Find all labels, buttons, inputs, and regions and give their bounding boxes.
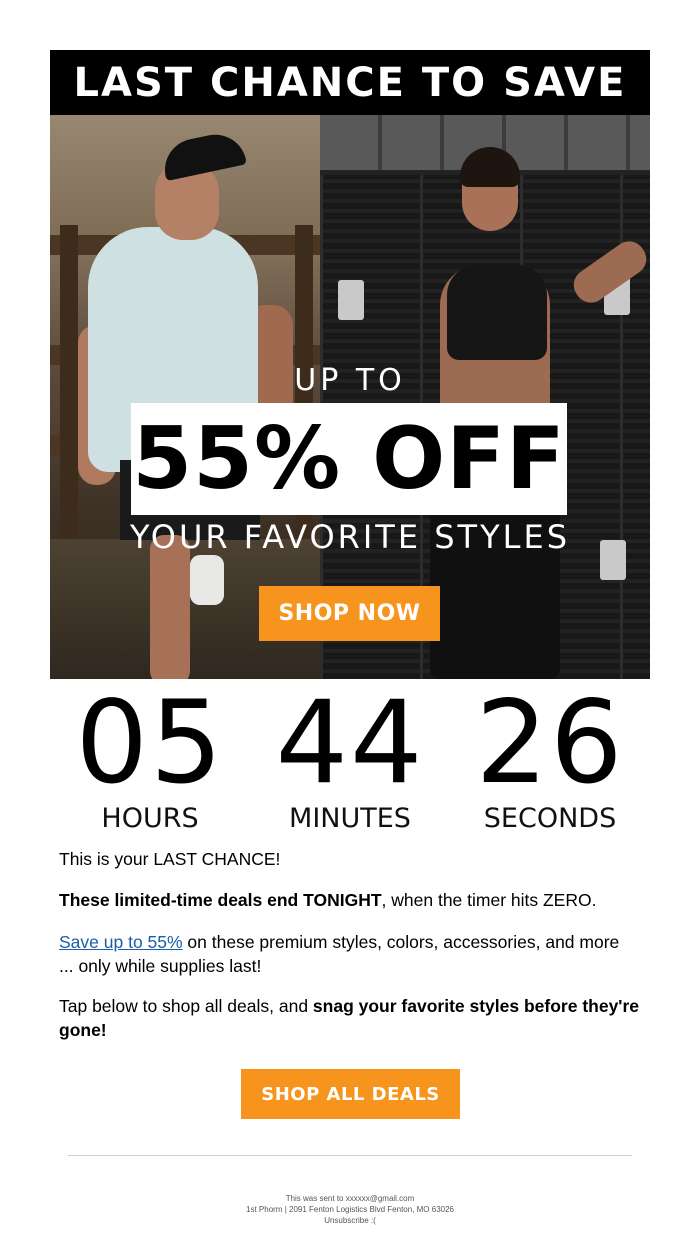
header-banner: LAST CHANCE TO SAVE [50, 50, 650, 115]
timer-minutes-value: 44 [275, 676, 425, 809]
countdown-timer: 05 HOURS 44 MINUTES 26 SECONDS [50, 684, 650, 836]
save-up-to-link[interactable]: Save up to 55% [59, 932, 183, 952]
timer-hours-value: 05 [75, 676, 225, 809]
timer-minutes: 44 MINUTES [250, 684, 450, 836]
shop-now-button[interactable]: SHOP NOW [259, 586, 440, 641]
shop-prompt-text: Tap below to shop all deals, and [59, 996, 313, 1016]
timer-seconds-value: 26 [475, 676, 625, 809]
footer-sent-to: This was sent to xxxxxx@gmail.com [285, 1194, 415, 1203]
body-paragraph-shop: Tap below to shop all deals, and snag yo… [59, 994, 649, 1042]
hero-image[interactable]: UP TO 55% OFF YOUR FAVORITE STYLES SHOP … [50, 115, 650, 679]
deadline-text: , when the timer hits ZERO. [381, 890, 597, 910]
deadline-bold-text: These limited-time deals end TONIGHT [59, 890, 382, 910]
timer-seconds: 26 SECONDS [450, 684, 650, 836]
savings-text: on these premium styles, colors, accesso… [182, 932, 620, 952]
promo-discount-box: 55% OFF [131, 403, 567, 515]
promo-subhead: YOUR FAVORITE STYLES [129, 518, 570, 556]
unsubscribe-link[interactable]: Unsubscribe :( [0, 1215, 700, 1226]
header-title: LAST CHANCE TO SAVE [73, 59, 627, 106]
body-paragraph-savings: Save up to 55% on these premium styles, … [59, 930, 649, 978]
footer-address: 1st Phorm | 2091 Fenton Logistics Blvd F… [246, 1205, 454, 1214]
promo-discount-text: 55% OFF [132, 409, 566, 509]
body-paragraph-deadline: These limited-time deals end TONIGHT, wh… [59, 888, 649, 912]
body-paragraph-last-chance: This is your LAST CHANCE! [59, 849, 281, 869]
timer-hours: 05 HOURS [50, 684, 250, 836]
savings-text-line2: ... only while supplies last! [59, 956, 262, 976]
shop-all-deals-button[interactable]: SHOP ALL DEALS [241, 1069, 460, 1119]
promo-upto-text: UP TO [294, 363, 406, 398]
footer-divider [68, 1155, 632, 1156]
